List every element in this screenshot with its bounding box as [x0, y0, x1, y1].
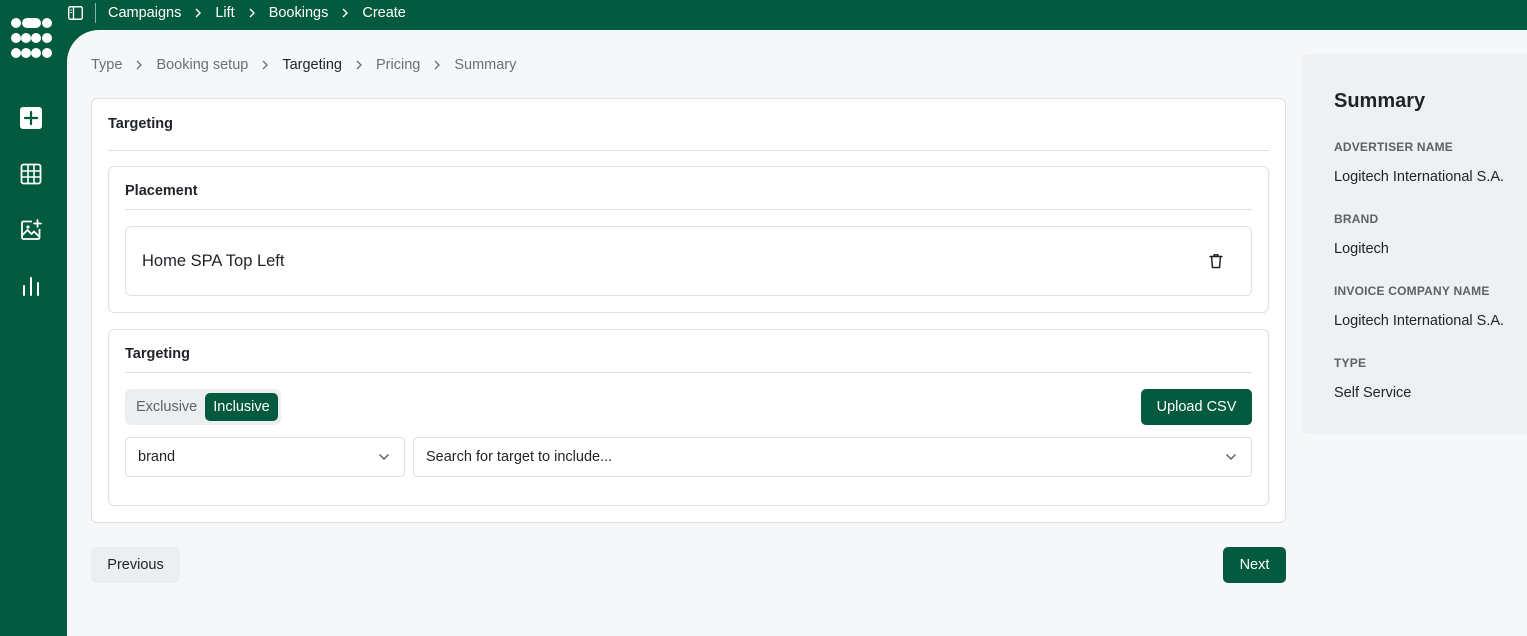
sidebar — [0, 0, 67, 636]
step-type[interactable]: Type — [91, 57, 122, 73]
step-summary[interactable]: Summary — [454, 57, 516, 73]
topbar-divider — [95, 3, 96, 23]
chevron-down-icon — [1225, 451, 1237, 463]
type-value: Self Service — [1334, 385, 1412, 401]
breadcrumb: Campaigns Lift Bookings Create — [108, 0, 406, 26]
create-nav-button[interactable] — [19, 106, 43, 130]
step-pricing[interactable]: Pricing — [376, 57, 420, 73]
toggle-inclusive[interactable]: Inclusive — [205, 393, 278, 421]
delete-placement-button[interactable] — [1207, 252, 1225, 270]
top-bar: Campaigns Lift Bookings Create — [0, 0, 1527, 30]
divider — [125, 209, 1252, 210]
image-add-icon — [21, 219, 42, 240]
target-search-placeholder: Search for target to include... — [426, 449, 613, 465]
creatives-nav-button[interactable] — [19, 218, 43, 242]
summary-panel: Summary ADVERTISER NAME Logitech Interna… — [1302, 54, 1527, 434]
targeting-section: Targeting Exclusive Inclusive Upload CSV… — [108, 329, 1269, 506]
breadcrumb-campaigns[interactable]: Campaigns — [108, 5, 181, 21]
chevron-right-icon — [135, 60, 143, 70]
chevron-right-icon — [261, 60, 269, 70]
brand-value: Logitech — [1334, 241, 1389, 257]
advertiser-name-label: ADVERTISER NAME — [1334, 140, 1454, 154]
placement-name: Home SPA Top Left — [142, 252, 285, 270]
inclusion-toggle: Exclusive Inclusive — [125, 389, 281, 425]
target-type-value: brand — [138, 449, 176, 465]
divider — [108, 150, 1269, 151]
target-type-select[interactable]: brand — [125, 437, 405, 477]
step-targeting[interactable]: Targeting — [282, 57, 342, 73]
panel-left-icon — [67, 6, 83, 20]
bar-chart-icon — [23, 277, 39, 296]
breadcrumb-create: Create — [362, 5, 406, 21]
chevron-right-icon — [248, 8, 256, 18]
breadcrumb-bookings[interactable]: Bookings — [269, 5, 329, 21]
summary-title: Summary — [1334, 90, 1426, 112]
main-content: Type Booking setup Targeting Pricing Sum… — [67, 30, 1527, 636]
wizard-steps: Type Booking setup Targeting Pricing Sum… — [91, 56, 516, 74]
chevron-right-icon — [194, 8, 202, 18]
upload-csv-button[interactable]: Upload CSV — [1141, 389, 1252, 425]
placement-title: Placement — [125, 183, 198, 199]
reports-nav-button[interactable] — [19, 274, 43, 298]
trash-icon — [1209, 254, 1223, 269]
type-label: TYPE — [1334, 356, 1367, 370]
targeting-title: Targeting — [125, 346, 190, 362]
card-title: Targeting — [108, 116, 173, 132]
plus-icon — [20, 107, 42, 129]
toggle-exclusive[interactable]: Exclusive — [128, 393, 205, 421]
divider — [125, 372, 1252, 373]
step-booking-setup[interactable]: Booking setup — [156, 57, 248, 73]
targeting-card: Targeting Placement Home SPA Top Left Ta… — [91, 98, 1286, 523]
chevron-right-icon — [433, 60, 441, 70]
chevron-down-icon — [378, 451, 390, 463]
chevron-right-icon — [355, 60, 363, 70]
breadcrumb-lift[interactable]: Lift — [215, 5, 234, 21]
sidebar-toggle-button[interactable] — [67, 5, 83, 21]
advertiser-name-value: Logitech International S.A. — [1334, 169, 1505, 185]
placement-section: Placement Home SPA Top Left — [108, 166, 1269, 313]
table-icon — [20, 163, 42, 185]
previous-button[interactable]: Previous — [91, 547, 180, 583]
target-search-select[interactable]: Search for target to include... — [413, 437, 1252, 477]
next-button[interactable]: Next — [1223, 547, 1286, 583]
invoice-company-value: Logitech International S.A. — [1334, 313, 1505, 329]
chevron-right-icon — [341, 8, 349, 18]
placement-item: Home SPA Top Left — [125, 226, 1252, 296]
invoice-company-label: INVOICE COMPANY NAME — [1334, 284, 1490, 298]
brand-label: BRAND — [1334, 212, 1379, 226]
bookings-nav-button[interactable] — [19, 162, 43, 186]
